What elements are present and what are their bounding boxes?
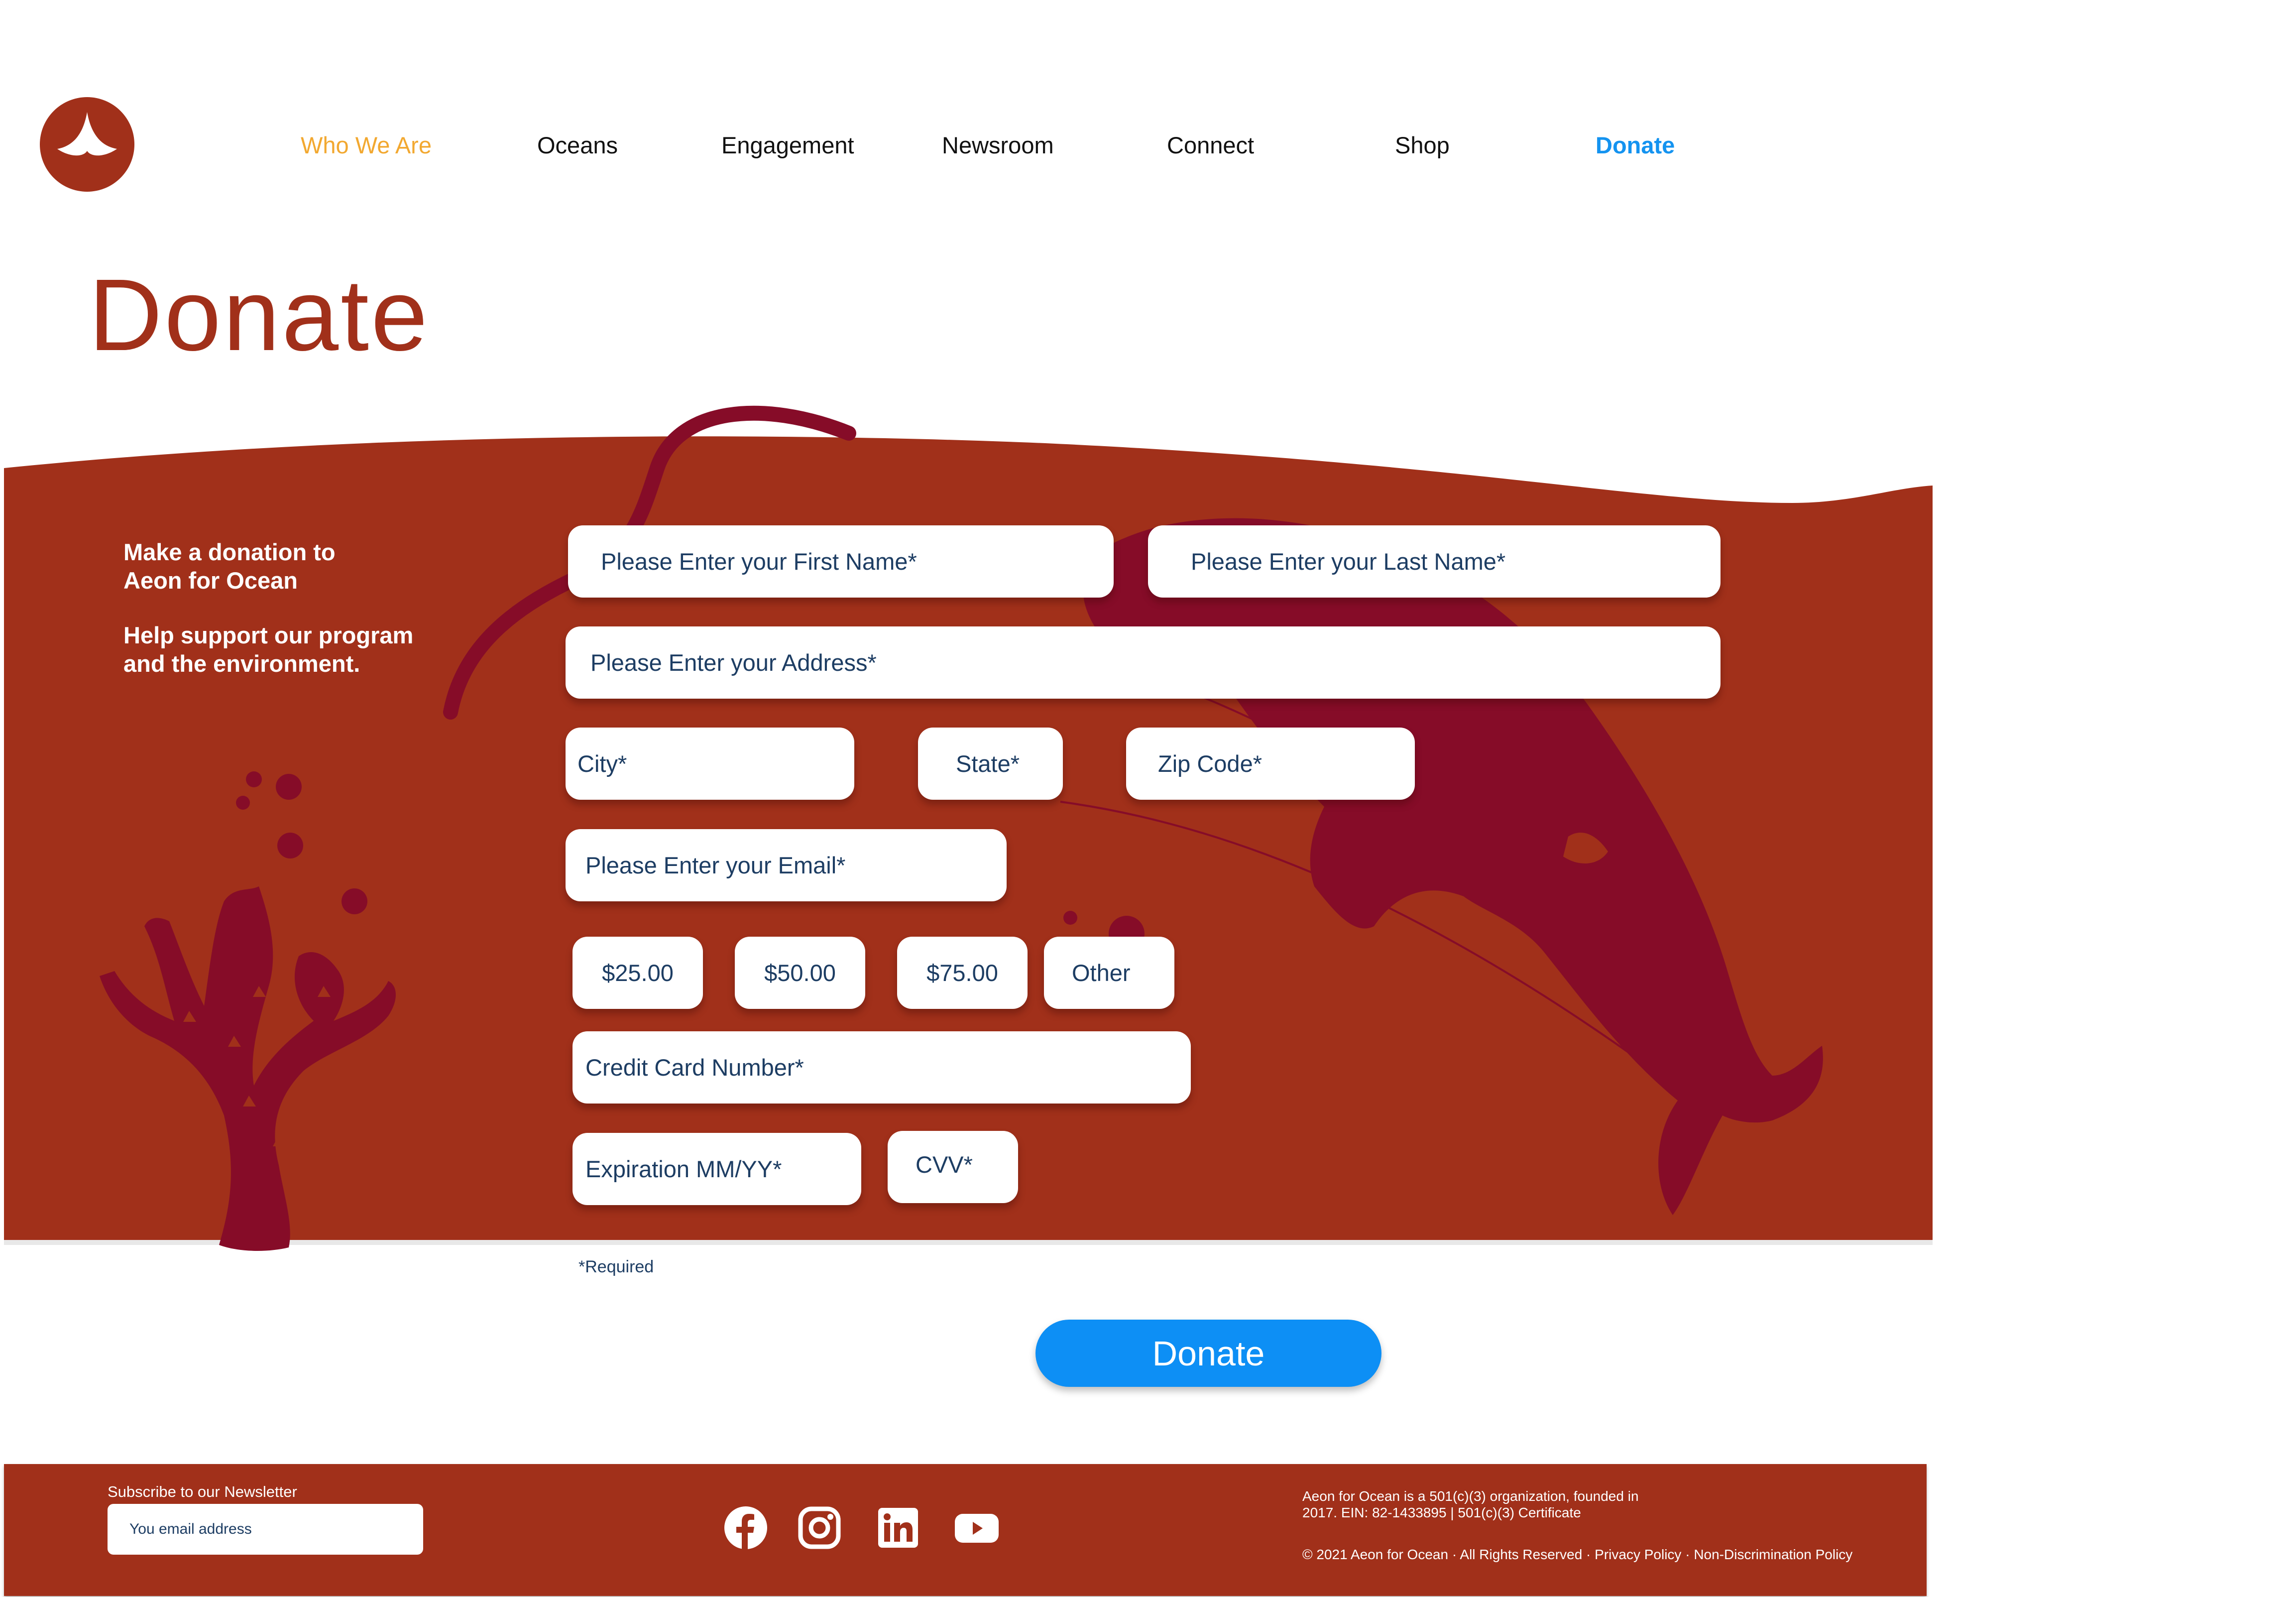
donate-submit-button[interactable]: Donate	[1035, 1320, 1381, 1387]
amount-75-button[interactable]: $75.00	[897, 937, 1028, 1009]
nav-oceans[interactable]: Oceans	[537, 130, 618, 160]
legal-links: © 2021 Aeon for Ocean · All Rights Reser…	[1302, 1546, 1852, 1563]
intro-line: Make a donation to	[123, 539, 336, 565]
org-info: Aeon for Ocean is a 501(c)(3) organizati…	[1302, 1488, 1639, 1521]
intro-text: Make a donation to Aeon for Ocean	[123, 538, 336, 595]
nav-shop[interactable]: Shop	[1395, 130, 1450, 160]
nav-connect[interactable]: Connect	[1167, 130, 1254, 160]
hero-background	[4, 405, 1933, 1251]
facebook-icon[interactable]	[723, 1505, 769, 1551]
expiration-field[interactable]: Expiration MM/YY*	[573, 1133, 861, 1205]
first-name-field[interactable]: Please Enter your First Name*	[568, 525, 1114, 598]
instagram-icon[interactable]	[797, 1505, 842, 1551]
page-title: Donate	[89, 258, 430, 372]
email-field[interactable]: Please Enter your Email*	[566, 829, 1007, 901]
city-field[interactable]: City*	[566, 728, 854, 800]
nav-newsroom[interactable]: Newsroom	[942, 130, 1054, 160]
linkedin-icon[interactable]	[875, 1505, 921, 1551]
zip-code-field[interactable]: Zip Code*	[1126, 728, 1415, 800]
last-name-field[interactable]: Please Enter your Last Name*	[1148, 525, 1721, 598]
newsletter-label: Subscribe to our Newsletter	[108, 1483, 297, 1500]
cvv-field[interactable]: CVV*	[888, 1131, 1018, 1203]
org-info-line: Aeon for Ocean is a 501(c)(3) organizati…	[1302, 1488, 1639, 1504]
copyright-text: © 2021 Aeon for Ocean · All Rights Reser…	[1302, 1547, 1595, 1562]
intro-subtext: Help support our program and the environ…	[123, 621, 413, 678]
amount-50-button[interactable]: $50.00	[735, 937, 865, 1009]
separator: ·	[1681, 1547, 1694, 1562]
intro-line: Aeon for Ocean	[123, 567, 298, 594]
required-note: *Required	[578, 1257, 654, 1276]
youtube-icon[interactable]	[954, 1505, 1000, 1551]
state-field[interactable]: State*	[918, 728, 1063, 800]
org-info-line: 2017. EIN: 82-1433895 | 501(c)(3) Certif…	[1302, 1505, 1581, 1520]
non-discrimination-policy-link[interactable]: Non-Discrimination Policy	[1694, 1547, 1852, 1562]
amount-other-button[interactable]: Other	[1044, 937, 1174, 1009]
nav-engagement[interactable]: Engagement	[721, 130, 854, 160]
intro-line: and the environment.	[123, 650, 360, 677]
nav-who-we-are[interactable]: Who We Are	[301, 130, 432, 160]
privacy-policy-link[interactable]: Privacy Policy	[1595, 1547, 1681, 1562]
newsletter-email-input[interactable]: You email address	[108, 1504, 423, 1555]
intro-line: Help support our program	[123, 622, 414, 648]
address-field[interactable]: Please Enter your Address*	[566, 626, 1721, 699]
credit-card-number-field[interactable]: Credit Card Number*	[573, 1031, 1191, 1104]
amount-25-button[interactable]: $25.00	[573, 937, 703, 1009]
nav-donate[interactable]: Donate	[1596, 130, 1675, 160]
aeon-logo[interactable]	[40, 97, 134, 192]
